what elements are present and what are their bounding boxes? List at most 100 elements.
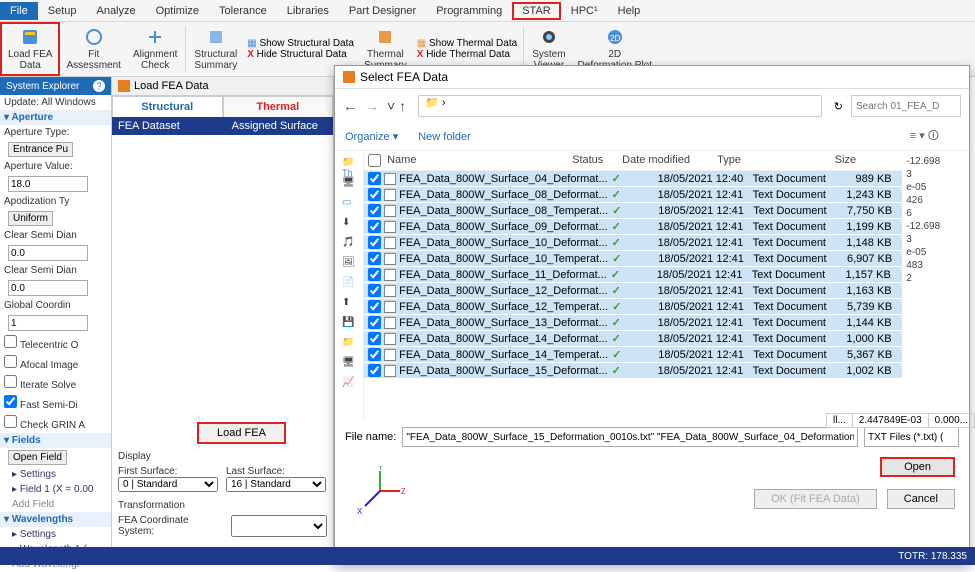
file-row[interactable]: FEA_Data_800W_Surface_14_Temperat... ✓ 1… (364, 347, 902, 363)
menu-part-designer[interactable]: Part Designer (339, 2, 426, 20)
file-checkbox[interactable] (368, 172, 381, 185)
file-size: 5,367 KB (838, 349, 898, 361)
file-checkbox[interactable] (368, 316, 381, 329)
menu-optimize[interactable]: Optimize (146, 2, 209, 20)
system-explorer-header[interactable]: System Explorer? (0, 77, 111, 95)
organize-button[interactable]: Organize ▾ (345, 130, 398, 143)
file-row[interactable]: FEA_Data_800W_Surface_10_Temperat... ✓ 1… (364, 251, 902, 267)
hide-thermal-data[interactable]: X Hide Thermal Data (417, 49, 517, 60)
file-checkbox[interactable] (368, 364, 381, 377)
fields-section[interactable]: ▾ Fields (0, 433, 111, 448)
menu-help[interactable]: Help (608, 2, 651, 20)
file-row[interactable]: FEA_Data_800W_Surface_04_Deformat... ✓ 1… (364, 171, 902, 187)
open-field-button[interactable]: Open Field (8, 450, 67, 465)
telecentric-checkbox[interactable] (4, 335, 17, 348)
load-fea-data-button[interactable]: Load FEA Data (0, 22, 60, 76)
file-icon (384, 221, 396, 233)
open-button[interactable]: Open (880, 457, 955, 477)
file-name: FEA_Data_800W_Surface_08_Deformat... (399, 189, 608, 201)
csd1-input[interactable] (8, 245, 88, 261)
tree-add-field[interactable]: Add Field (0, 497, 111, 512)
col-date[interactable]: Date modified (622, 154, 717, 167)
cancel-button[interactable]: Cancel (887, 489, 955, 509)
menu-hpc[interactable]: HPC¹ (561, 2, 608, 20)
file-checkbox[interactable] (368, 332, 381, 345)
menu-libraries[interactable]: Libraries (277, 2, 339, 20)
nav-up-icon[interactable]: ˅ ↑ (387, 98, 406, 114)
fast-semi-checkbox[interactable] (4, 395, 17, 408)
file-row[interactable]: FEA_Data_800W_Surface_13_Deformat... ✓ 1… (364, 315, 902, 331)
file-row[interactable]: FEA_Data_800W_Surface_10_Deformat... ✓ 1… (364, 235, 902, 251)
file-checkbox[interactable] (368, 252, 381, 265)
file-checkbox[interactable] (368, 348, 381, 361)
file-checkbox[interactable] (368, 204, 381, 217)
file-filter-combo[interactable]: TXT Files (*.txt) ( (864, 427, 959, 447)
col-type[interactable]: Type (717, 154, 802, 167)
wavelengths-section[interactable]: ▾ Wavelengths (0, 512, 111, 527)
file-row[interactable]: FEA_Data_800W_Surface_12_Deformat... ✓ 1… (364, 283, 902, 299)
menu-setup[interactable]: Setup (38, 2, 87, 20)
select-all-checkbox[interactable] (368, 154, 381, 167)
file-name-input[interactable] (402, 427, 858, 447)
csd2-input[interactable] (8, 280, 88, 296)
aperture-section[interactable]: ▾ Aperture (0, 110, 111, 125)
file-row[interactable]: FEA_Data_800W_Surface_14_Deformat... ✓ 1… (364, 331, 902, 347)
menu-star[interactable]: STAR (512, 2, 561, 20)
menu-programming[interactable]: Programming (426, 2, 512, 20)
iterate-checkbox[interactable] (4, 375, 17, 388)
entrance-pupil-button[interactable]: Entrance Pu (8, 142, 73, 157)
file-checkbox[interactable] (368, 300, 381, 313)
menu-tolerance[interactable]: Tolerance (209, 2, 277, 20)
nav-tree[interactable]: 📁 Th 🖥▭⬇🎵🖼📄⬆💾📁🖥📈 (335, 151, 363, 421)
file-checkbox[interactable] (368, 268, 381, 281)
view-options-icon[interactable]: ≡ ▾ 🛈 (910, 127, 939, 146)
tab-thermal[interactable]: Thermal (223, 96, 334, 117)
global-coord-input[interactable] (8, 315, 88, 331)
load-fea-button[interactable]: Load FEA (197, 422, 286, 444)
tree-field1[interactable]: ▸ Field 1 (X = 0.00 (0, 482, 111, 497)
file-checkbox[interactable] (368, 236, 381, 249)
file-checkbox[interactable] (368, 284, 381, 297)
help-icon[interactable]: ? (93, 80, 105, 92)
show-structural-data[interactable]: ▦ Show Structural Data (247, 38, 354, 49)
update-windows[interactable]: Update: All Windows (0, 95, 111, 110)
file-row[interactable]: FEA_Data_800W_Surface_11_Deformat... ✓ 1… (364, 267, 902, 283)
aperture-value-input[interactable] (8, 176, 88, 192)
col-size[interactable]: Size (802, 154, 862, 167)
afocal-checkbox[interactable] (4, 355, 17, 368)
col-name[interactable]: Name (387, 154, 572, 167)
show-thermal-data[interactable]: ▦ Show Thermal Data (417, 38, 517, 49)
apodization-button[interactable]: Uniform (8, 211, 53, 226)
file-row[interactable]: FEA_Data_800W_Surface_09_Deformat... ✓ 1… (364, 219, 902, 235)
nav-back-icon[interactable]: ← (343, 98, 357, 114)
hide-structural-data[interactable]: X Hide Structural Data (247, 49, 354, 60)
fit-assessment-button[interactable]: Fit Assessment (60, 22, 126, 76)
tab-structural[interactable]: Structural (112, 96, 223, 117)
svg-text:X: X (357, 507, 363, 516)
file-row[interactable]: FEA_Data_800W_Surface_08_Deformat... ✓ 1… (364, 187, 902, 203)
synced-icon: ✓ (612, 301, 621, 313)
file-icon (384, 349, 396, 361)
path-breadcrumb[interactable]: 📁 › (418, 95, 822, 117)
grin-checkbox[interactable] (4, 415, 17, 428)
nav-forward-icon[interactable]: → (365, 98, 379, 114)
menu-analyze[interactable]: Analyze (86, 2, 145, 20)
menu-file[interactable]: File (0, 2, 38, 20)
file-row[interactable]: FEA_Data_800W_Surface_15_Deformat... ✓ 1… (364, 363, 902, 379)
file-checkbox[interactable] (368, 188, 381, 201)
alignment-check-button[interactable]: Alignment Check (127, 22, 183, 76)
first-surface-select[interactable]: 0 | Standard (118, 477, 218, 492)
col-status[interactable]: Status (572, 154, 622, 167)
structural-summary-button[interactable]: Structural Summary (188, 22, 243, 76)
file-row[interactable]: FEA_Data_800W_Surface_08_Temperat... ✓ 1… (364, 203, 902, 219)
file-row[interactable]: FEA_Data_800W_Surface_12_Temperat... ✓ 1… (364, 299, 902, 315)
refresh-icon[interactable]: ↻ (834, 100, 843, 113)
new-folder-button[interactable]: New folder (418, 131, 471, 143)
tree-settings[interactable]: ▸ Settings (0, 467, 111, 482)
tree-wl-settings[interactable]: ▸ Settings (0, 527, 111, 542)
last-surface-select[interactable]: 16 | Standard (226, 477, 326, 492)
fea-cs-select[interactable] (231, 515, 327, 537)
search-input[interactable] (851, 95, 961, 117)
file-checkbox[interactable] (368, 220, 381, 233)
file-name: FEA_Data_800W_Surface_10_Deformat... (399, 237, 608, 249)
